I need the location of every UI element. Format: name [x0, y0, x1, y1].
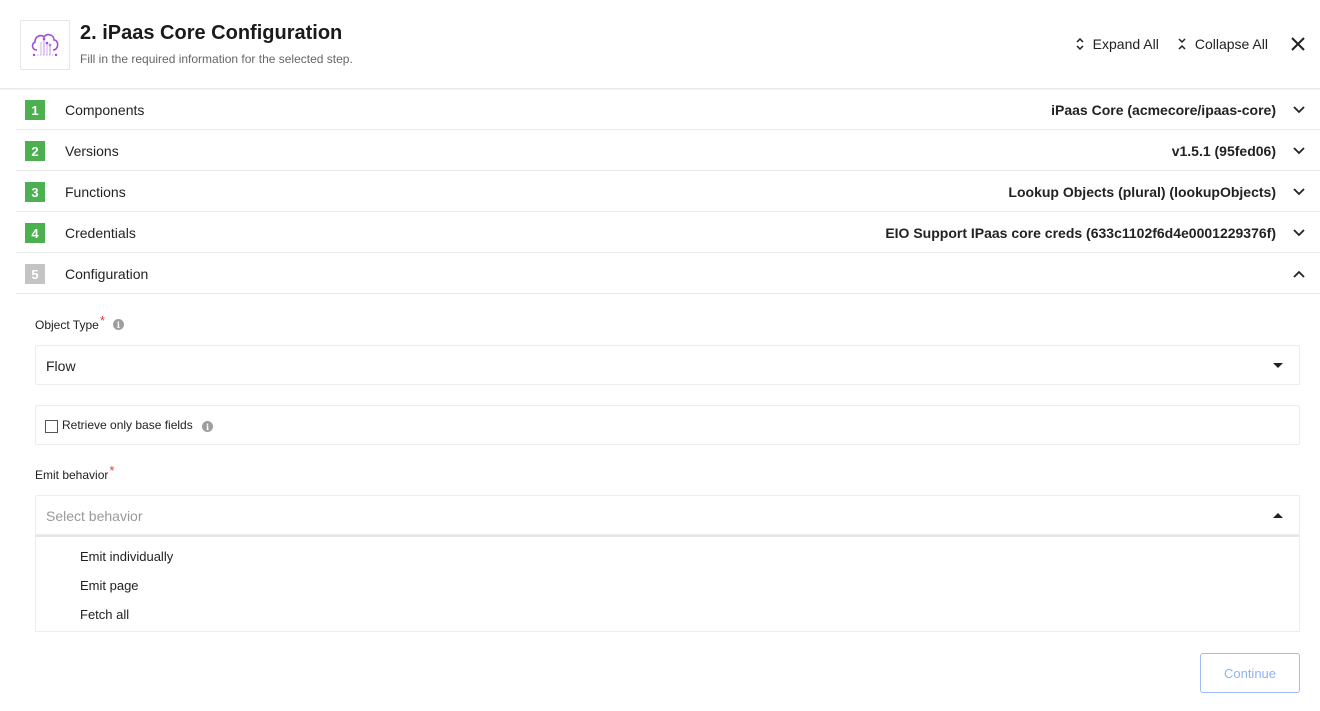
continue-button[interactable]: Continue [1200, 653, 1300, 693]
step-components[interactable]: 1 Components iPaas Core (acmecore/ipaas-… [16, 89, 1320, 130]
emit-behavior-options: Emit individually Emit page Fetch all [35, 535, 1300, 632]
step-number-badge: 1 [25, 100, 45, 120]
step-number-badge: 2 [25, 141, 45, 161]
info-icon[interactable]: i [112, 319, 124, 330]
step-number-badge: 5 [25, 264, 45, 284]
chevron-down-icon[interactable] [1292, 226, 1306, 240]
chevron-up-icon[interactable] [1292, 267, 1306, 281]
retrieve-base-fields-checkbox[interactable] [45, 420, 58, 433]
object-type-label: Object Type * i [35, 313, 124, 332]
step-label: Versions [65, 143, 119, 159]
step-number-badge: 3 [25, 182, 45, 202]
step-configuration[interactable]: 5 Configuration [16, 253, 1320, 294]
chevron-collapse-icon [1178, 38, 1186, 50]
chevron-down-icon[interactable] [1292, 103, 1306, 117]
object-type-select[interactable]: Flow [35, 345, 1300, 385]
modal-header: 2. iPaas Core Configuration Fill in the … [0, 0, 1320, 89]
required-mark: * [109, 463, 115, 478]
info-icon[interactable]: i [202, 421, 213, 432]
close-icon [1291, 37, 1305, 51]
header-actions: Expand All Collapse All [1075, 32, 1320, 56]
object-type-value: Flow [46, 358, 76, 374]
chevron-down-icon[interactable] [1292, 185, 1306, 199]
collapse-all-label: Collapse All [1194, 36, 1268, 52]
step-value: iPaas Core (acmecore/ipaas-core) [1051, 102, 1276, 118]
option-fetch-all[interactable]: Fetch all [80, 607, 129, 622]
close-button[interactable] [1286, 32, 1310, 56]
expand-all-button[interactable]: Expand All [1075, 36, 1159, 52]
page-subtitle: Fill in the required information for the… [80, 52, 353, 66]
step-versions[interactable]: 2 Versions v1.5.1 (95fed06) [16, 130, 1320, 171]
required-mark: * [99, 313, 105, 328]
step-functions[interactable]: 3 Functions Lookup Objects (plural) (loo… [16, 171, 1320, 212]
step-value: EIO Support IPaas core creds (633c1102f6… [885, 225, 1276, 241]
page-title: 2. iPaas Core Configuration [80, 22, 343, 44]
emit-behavior-placeholder: Select behavior [46, 508, 143, 524]
step-credentials[interactable]: 4 Credentials EIO Support IPaas core cre… [16, 212, 1320, 253]
step-label: Credentials [65, 225, 136, 241]
retrieve-base-fields-label[interactable]: Retrieve only base fields [62, 418, 193, 432]
component-logo [20, 20, 70, 70]
collapse-all-button[interactable]: Collapse All [1177, 36, 1268, 52]
chevron-down-icon[interactable] [1292, 144, 1306, 158]
step-number-badge: 4 [25, 223, 45, 243]
retrieve-base-fields-row: Retrieve only base fields i [35, 405, 1300, 445]
emit-behavior-label-text: Emit behavior [35, 467, 109, 482]
emit-behavior-select[interactable]: Select behavior [35, 495, 1300, 535]
emit-behavior-label: Emit behavior * [35, 463, 114, 482]
step-label: Functions [65, 184, 126, 200]
caret-up-icon [1273, 513, 1283, 518]
step-value: Lookup Objects (plural) (lookupObjects) [1008, 184, 1276, 200]
step-label: Configuration [65, 266, 149, 282]
step-label: Components [65, 102, 145, 118]
wizard-steps: 1 Components iPaas Core (acmecore/ipaas-… [16, 89, 1320, 294]
option-emit-page[interactable]: Emit page [80, 578, 139, 593]
cloud-network-icon [31, 33, 59, 57]
expand-all-label: Expand All [1092, 36, 1159, 52]
step-value: v1.5.1 (95fed06) [1171, 143, 1276, 159]
caret-down-icon [1273, 363, 1283, 368]
object-type-label-text: Object Type [35, 317, 99, 332]
chevron-expand-icon [1076, 37, 1084, 51]
option-emit-individually[interactable]: Emit individually [80, 549, 173, 564]
